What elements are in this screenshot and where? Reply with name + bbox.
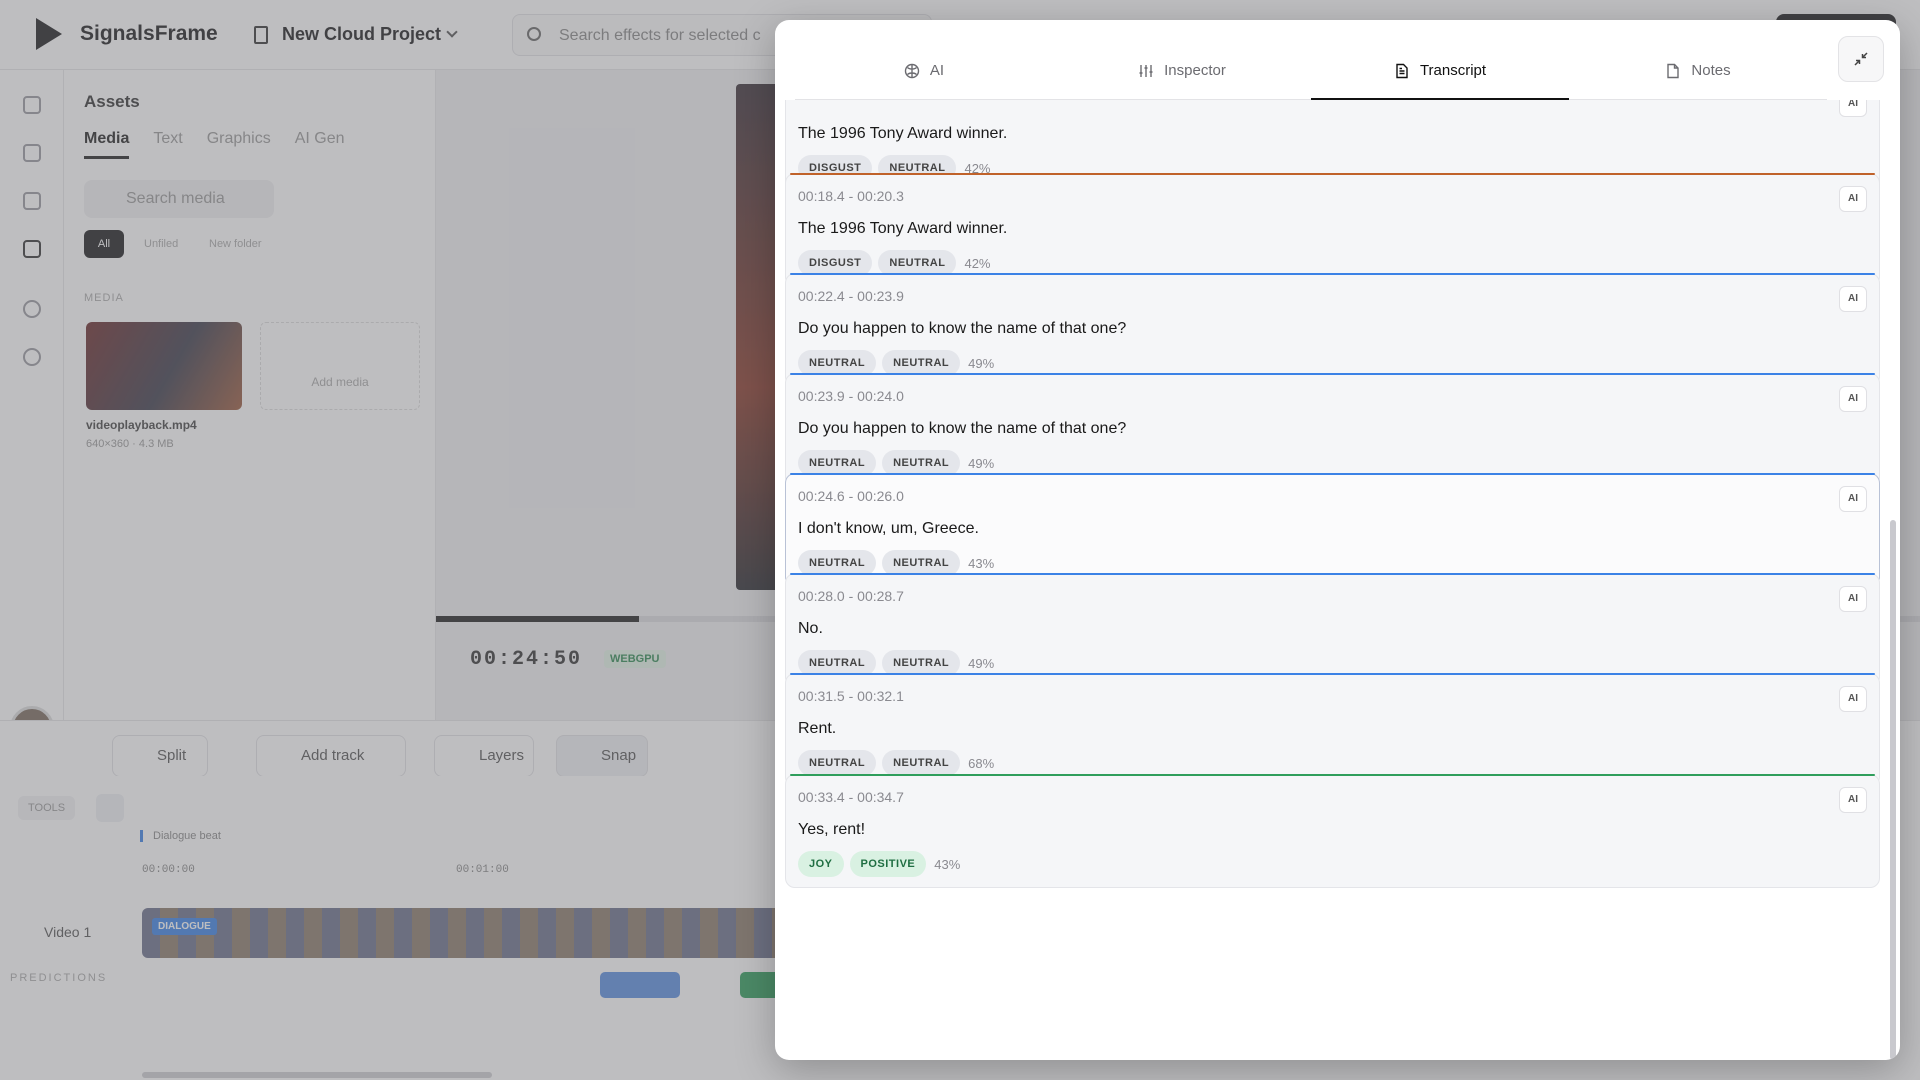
collapse-icon: [1854, 52, 1868, 66]
transcript-segment[interactable]: 00:24.6 - 00:26.0 I don't know, um, Greec…: [785, 473, 1880, 587]
transcript-segment[interactable]: 00:22.4 - 00:23.9 Do you happen to know t…: [785, 273, 1880, 387]
ai-tag-button[interactable]: AI: [1839, 286, 1867, 312]
confidence-value: 43%: [934, 856, 961, 872]
segment-badges: NEUTRAL NEUTRAL 68%: [798, 750, 994, 776]
transcript-panel: AI Inspector Transcript Notes The 1996 T…: [775, 20, 1900, 1060]
collapse-panel-button[interactable]: [1838, 36, 1884, 82]
segment-time: 00:18.4 - 00:20.3: [798, 188, 904, 204]
confidence-value: 49%: [968, 355, 995, 371]
ai-tag-button[interactable]: AI: [1839, 486, 1867, 512]
transcript-segment[interactable]: 00:33.4 - 00:34.7 Yes, rent! JOY POSITIVE 43…: [785, 774, 1880, 888]
tab-ai-label: AI: [929, 62, 945, 79]
tab-transcript[interactable]: Transcript: [1311, 42, 1569, 100]
confidence-value: 43%: [968, 555, 995, 571]
ai-tag-button[interactable]: AI: [1839, 186, 1867, 212]
tab-inspector-label: Inspector: [1164, 62, 1226, 79]
segment-text: The 1996 Tony Award winner.: [798, 125, 1008, 142]
transcript-segment[interactable]: 00:23.9 - 00:24.0 Do you happen to know t…: [785, 373, 1880, 487]
segment-accent: [790, 173, 1875, 175]
ai-tag-button[interactable]: AI: [1839, 586, 1867, 612]
segment-accent: [790, 373, 1875, 375]
segment-text: I don't know, um, Greece.: [798, 520, 979, 537]
segment-accent: [790, 573, 1875, 575]
tab-notes[interactable]: Notes: [1569, 42, 1827, 99]
segment-accent: [790, 673, 1875, 675]
transcript-scrollbar[interactable]: [1890, 520, 1896, 1060]
transcript-segment[interactable]: 00:18.4 - 00:20.3 The 1996 Tony Award win…: [785, 173, 1880, 287]
emotion-badge: NEUTRAL: [798, 750, 877, 776]
confidence-value: 68%: [968, 755, 995, 771]
transcript-list[interactable]: The 1996 Tony Award winner. DISGUST NEUTRA…: [785, 100, 1880, 1060]
emotion-badge: JOY: [798, 851, 844, 877]
ai-tag-button[interactable]: AI: [1839, 100, 1867, 117]
segment-text: Do you happen to know the name of that o…: [798, 420, 1127, 437]
document-icon: [1396, 63, 1408, 78]
confidence-value: 49%: [968, 455, 995, 471]
segment-text: The 1996 Tony Award winner.: [798, 220, 1008, 237]
tab-transcript-label: Transcript: [1419, 62, 1487, 79]
segment-accent: [790, 774, 1875, 776]
segment-time: 00:33.4 - 00:34.7: [798, 789, 904, 805]
segment-time: 00:28.0 - 00:28.7: [798, 588, 904, 604]
confidence-value: 42%: [964, 255, 991, 271]
sentiment-badge: POSITIVE: [849, 851, 927, 877]
ai-icon: [904, 63, 920, 78]
tab-inspector[interactable]: Inspector: [1053, 42, 1311, 99]
segment-text: No.: [798, 620, 823, 637]
transcript-segment[interactable]: 00:31.5 - 00:32.1 Rent. NEUTRAL NEUTRAL 68% A…: [785, 673, 1880, 787]
ai-tag-button[interactable]: AI: [1839, 787, 1867, 813]
segment-time: 00:31.5 - 00:32.1: [798, 688, 904, 704]
confidence-value: 49%: [968, 655, 995, 671]
segment-accent: [790, 473, 1875, 475]
ai-tag-button[interactable]: AI: [1839, 386, 1867, 412]
segment-text: Yes, rent!: [798, 821, 866, 838]
tab-ai[interactable]: AI: [795, 42, 1053, 99]
tab-notes-label: Notes: [1691, 62, 1731, 79]
segment-time: 00:22.4 - 00:23.9: [798, 288, 904, 304]
sentiment-badge: NEUTRAL: [882, 750, 961, 776]
segment-time: 00:24.6 - 00:26.0: [798, 488, 904, 504]
ai-tag-button[interactable]: AI: [1839, 686, 1867, 712]
sliders-icon: [1139, 64, 1153, 77]
segment-accent: [790, 273, 1875, 275]
segment-text: Do you happen to know the name of that o…: [798, 320, 1127, 337]
transcript-segment[interactable]: 00:28.0 - 00:28.7 No. NEUTRAL NEUTRAL 49% AI: [785, 573, 1880, 687]
segment-badges: JOY POSITIVE 43%: [798, 851, 960, 877]
segment-text: Rent.: [798, 720, 837, 737]
panel-tabs: AI Inspector Transcript Notes: [795, 42, 1827, 100]
note-icon: [1667, 63, 1680, 78]
segment-time: 00:23.9 - 00:24.0: [798, 388, 904, 404]
